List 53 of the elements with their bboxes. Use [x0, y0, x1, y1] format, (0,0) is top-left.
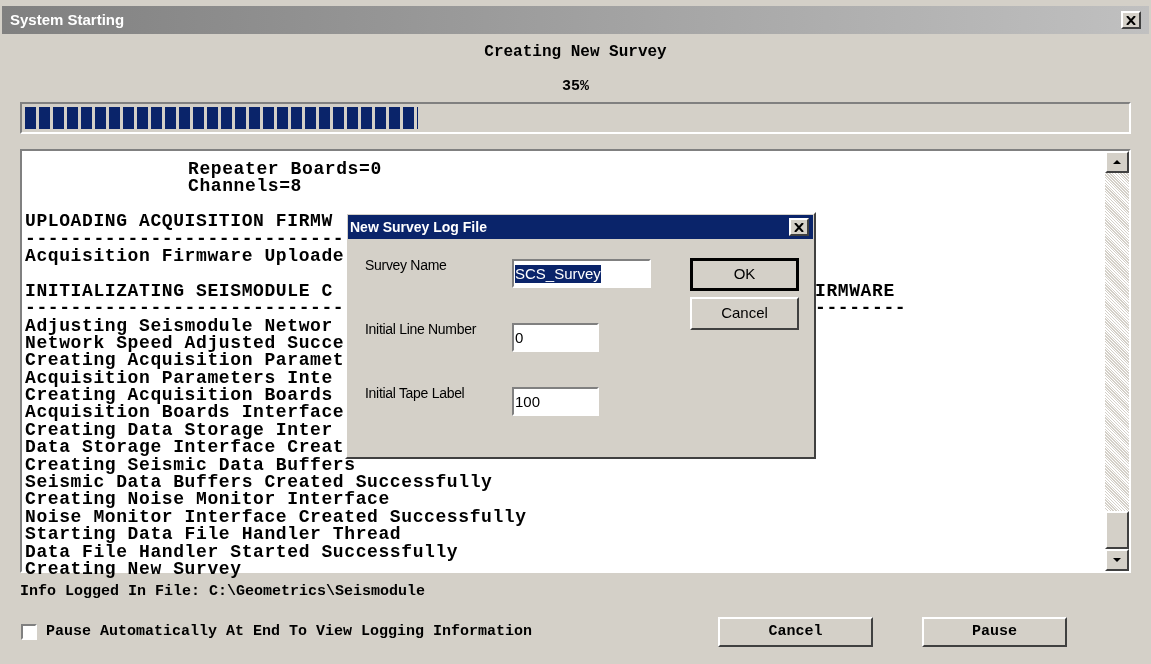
- log-line: Noise Monitor Interface Created Successfully: [25, 508, 527, 527]
- close-icon: [1126, 15, 1136, 25]
- log-line: --------: [815, 300, 908, 318]
- text-field[interactable]: SCS_Survey: [512, 259, 651, 288]
- log-line: Acquisition Boards Interface: [25, 404, 345, 422]
- log-file-info: Info Logged In File: C:\Geometrics\Seismodule: [20, 582, 427, 601]
- field-label: Initial Line Number: [365, 320, 478, 339]
- log-line: IRMWARE: [815, 282, 896, 301]
- window-title: System Starting: [10, 9, 125, 30]
- close-button[interactable]: [1121, 11, 1141, 29]
- log-line: ----------------------------: [25, 300, 345, 318]
- log-line: Network Speed Adjusted Succe: [25, 334, 345, 353]
- action-button[interactable]: Cancel: [718, 617, 873, 647]
- log-line: Creating Acquisition Boards: [25, 387, 333, 405]
- scroll-down-button[interactable]: [1105, 549, 1129, 571]
- scrollbar[interactable]: [1105, 151, 1129, 571]
- log-line: Adjusting Seismodule Networ: [25, 317, 333, 335]
- log-line: ----------------------------: [25, 230, 345, 248]
- field-label: Initial Tape Label: [365, 384, 466, 403]
- dialog-title: New Survey Log File: [350, 217, 487, 237]
- log-line: UPLOADING ACQUISITION FIRMW: [25, 213, 333, 231]
- text-field[interactable]: 0: [512, 323, 599, 352]
- field-value: 100: [515, 392, 541, 411]
- log-line: Creating Acquisition Paramet: [25, 352, 345, 370]
- dialog-button[interactable]: OK: [690, 258, 799, 291]
- scroll-thumb[interactable]: [1105, 511, 1129, 549]
- log-line: Creating Seismic Data Buffers: [25, 456, 356, 475]
- log-line: Repeater Boards=0: [188, 159, 382, 179]
- status-heading: Creating New Survey: [484, 42, 667, 63]
- field-value: 0: [515, 328, 524, 347]
- log-line: INITIALIZATING SEISMODULE C: [25, 282, 333, 301]
- log-line: Acquisition Parameters Inte: [25, 369, 333, 388]
- log-line: Acquisition Firmware Uploade: [25, 247, 345, 266]
- log-line: Creating Data Storage Inter: [25, 421, 333, 440]
- dialog-button[interactable]: Cancel: [690, 297, 799, 330]
- pause-checkbox[interactable]: [21, 624, 37, 640]
- log-line: Data File Handler Started Successfully: [25, 543, 459, 561]
- text-field[interactable]: 100: [512, 387, 599, 416]
- down-triangle-icon: [1113, 558, 1121, 562]
- pause-checkbox-label: Pause Automatically At End To View Logging Information: [46, 621, 533, 642]
- close-icon: [794, 222, 804, 232]
- log-line: Seismic Data Buffers Created Successfully: [25, 474, 493, 492]
- scroll-up-button[interactable]: [1105, 151, 1129, 173]
- log-line: Data Storage Interface Creat: [25, 439, 345, 457]
- log-line: Creating New Survey: [25, 561, 242, 579]
- up-triangle-icon: [1113, 160, 1121, 164]
- log-line: Creating Noise Monitor Interface: [25, 491, 390, 509]
- field-label: Survey Name: [365, 256, 448, 275]
- progress-percent: 35%: [562, 77, 589, 97]
- log-line: Starting Data File Handler Thread: [25, 526, 402, 544]
- action-button[interactable]: Pause: [922, 617, 1067, 647]
- field-value: SCS_Survey: [515, 264, 601, 283]
- close-button[interactable]: [789, 218, 809, 236]
